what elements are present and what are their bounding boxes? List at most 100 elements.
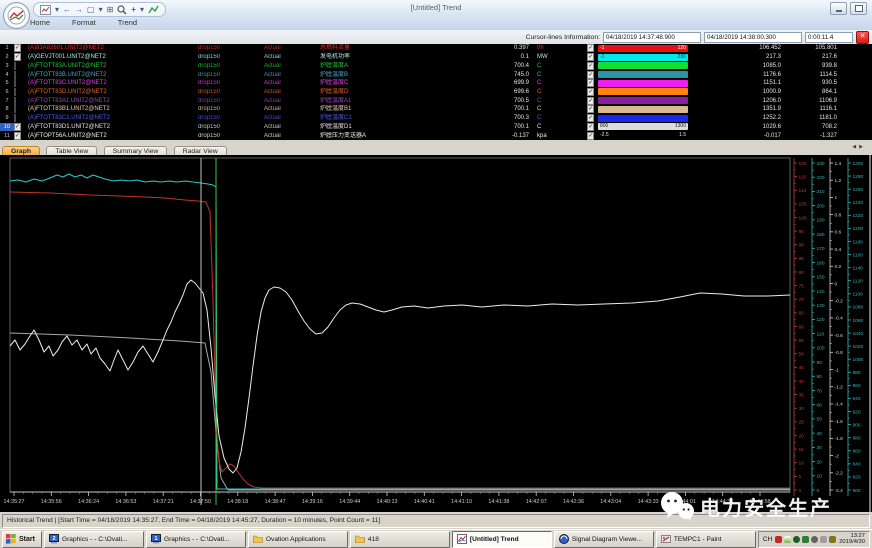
plot-checkbox[interactable] xyxy=(14,79,16,87)
y-axis-tick-label: 1260 xyxy=(853,187,864,193)
minimize-button[interactable] xyxy=(830,2,847,15)
taskbar-item[interactable]: Signal Diagram Viewe... xyxy=(554,531,654,548)
start-button[interactable]: Start xyxy=(2,531,42,548)
pen-color-bar[interactable] xyxy=(598,115,688,122)
menu-trend[interactable]: Trend xyxy=(114,18,141,27)
scale-checkbox[interactable]: ✓ xyxy=(587,53,594,61)
scale-checkbox[interactable]: ✓ xyxy=(587,62,594,70)
menu-format[interactable]: Format xyxy=(68,18,100,27)
signal-tag[interactable]: (A)FTOTT83C.UNIT2@NET2 xyxy=(28,79,198,87)
taskbar-item[interactable]: 418 xyxy=(350,531,450,548)
value-mode: Actual xyxy=(264,88,320,96)
signal-tag[interactable]: (A)FTOTT83B1.UNIT2@NET2 xyxy=(28,105,198,113)
signal-tag[interactable]: (A)FTOTT83D1.UNIT2@NET2 xyxy=(28,123,198,131)
series-furnace-temp-D1 xyxy=(10,333,790,490)
y-axis-tick-label: -0.6 xyxy=(835,333,844,339)
plot-checkbox[interactable] xyxy=(14,88,16,96)
cursor-delta-field[interactable]: 0:00:11.4 xyxy=(805,32,853,43)
y-axis-tick-label: 0.6 xyxy=(835,230,842,236)
pen-color-bar[interactable] xyxy=(598,71,688,78)
plot-checkbox[interactable] xyxy=(14,105,16,113)
table-row[interactable]: 5(A)FTOTT83C.UNIT2@NET2drop150Actual炉膛温度… xyxy=(0,79,872,88)
cursor-start-time-field[interactable]: 04/18/2019 14:37:48.900 xyxy=(603,32,701,43)
scale-checkbox[interactable]: ✓ xyxy=(587,88,594,96)
plot-checkbox[interactable]: ✓ xyxy=(14,123,21,131)
table-row[interactable]: 7(A)FTOTT83A1.UNIT2@NET2drop150Actual炉膛温… xyxy=(0,96,872,105)
signal-tag[interactable]: (A)FTOTT83A.UNIT2@NET2 xyxy=(28,62,198,70)
scale-checkbox[interactable]: ✓ xyxy=(587,105,594,113)
plot-checkbox[interactable] xyxy=(14,114,16,122)
tab-scroll-right-icon[interactable]: ▶ xyxy=(859,144,866,150)
table-row[interactable]: 10✓(A)FTOTT83D1.UNIT2@NET2drop150Actual炉… xyxy=(0,122,872,131)
signal-tag[interactable]: (A)FTOTT83C1.UNIT2@NET2 xyxy=(28,114,198,122)
taskbar-item[interactable]: Ovation Applications xyxy=(248,531,348,548)
pen-color-bar[interactable]: -2.51.5 xyxy=(598,132,688,139)
pen-color-bar[interactable] xyxy=(598,97,688,104)
close-cursor-info-button[interactable]: ✕ xyxy=(856,31,869,44)
tray-icon[interactable] xyxy=(775,536,782,543)
table-row[interactable]: 9(A)FTOTT83C1.UNIT2@NET2drop150Actual炉膛温… xyxy=(0,114,872,123)
time-tick-label: 14:35:27 xyxy=(4,499,25,505)
plot-checkbox[interactable] xyxy=(14,62,16,70)
time-tick-label: 14:41:38 xyxy=(488,499,509,505)
language-indicator[interactable]: CH xyxy=(763,536,772,543)
tray-icon[interactable] xyxy=(811,536,818,543)
pen-color-bar[interactable]: 8001300 xyxy=(598,123,688,130)
plot-checkbox[interactable]: ✓ xyxy=(14,132,21,140)
taskbar-clock[interactable]: 13:27 2019/4/30 xyxy=(839,533,865,545)
tray-icon[interactable] xyxy=(784,536,791,543)
signal-tag[interactable]: (A)83A82601.UNIT2@NET2 xyxy=(28,44,198,52)
taskbar-item[interactable]: TEMPC1 - Paint xyxy=(656,531,756,548)
pen-color-bar[interactable] xyxy=(598,106,688,113)
signal-tag[interactable]: (A)GEVJT001.UNIT2@NET2 xyxy=(28,53,198,61)
plot-checkbox[interactable]: ✓ xyxy=(14,53,21,61)
scale-checkbox[interactable]: ✓ xyxy=(587,71,594,79)
current-value: 0.1 xyxy=(454,53,532,61)
scale-checkbox-cell: ✓ xyxy=(564,71,598,79)
pen-color-bar[interactable] xyxy=(598,62,688,69)
table-row[interactable]: 11✓(A)FTOPT56A.UNIT2@NET2drop150Actual炉膛… xyxy=(0,131,872,140)
table-row[interactable]: 3(A)FTOTT83A.UNIT2@NET2drop150Actual炉膛温度… xyxy=(0,61,872,70)
tray-icon[interactable] xyxy=(802,536,809,543)
y-axis-tick-label: 840 xyxy=(853,462,861,468)
signal-tag[interactable]: (A)FTOTT83A1.UNIT2@NET2 xyxy=(28,97,198,105)
scale-checkbox[interactable]: ✓ xyxy=(587,132,594,140)
tray-icon[interactable] xyxy=(820,536,827,543)
scale-checkbox[interactable]: ✓ xyxy=(587,79,594,87)
table-row[interactable]: 4(A)FTOTT83B.UNIT2@NET2drop150Actual炉膛温度… xyxy=(0,70,872,79)
y-axis-tick-label: 980 xyxy=(853,370,861,376)
table-row[interactable]: 6(A)FTOTT83D.UNIT2@NET2drop150Actual炉膛温度… xyxy=(0,88,872,97)
signal-tag[interactable]: (A)FTOTT83D.UNIT2@NET2 xyxy=(28,88,198,96)
table-row[interactable]: 1✓(A)83A82601.UNIT2@NET2drop150Actual总燃料… xyxy=(0,44,872,53)
y-axis-tick-label: 0.4 xyxy=(835,247,842,253)
scale-checkbox[interactable]: ✓ xyxy=(587,114,594,122)
pen-color-bar[interactable] xyxy=(598,88,688,95)
y-axis-tick-label: 115 xyxy=(799,174,807,180)
menu-home[interactable]: Home xyxy=(26,18,54,27)
table-row[interactable]: 8(A)FTOTT83B1.UNIT2@NET2drop150Actual炉膛温… xyxy=(0,105,872,114)
restore-button[interactable] xyxy=(850,2,867,15)
signal-tag[interactable]: (A)FTOPT56A.UNIT2@NET2 xyxy=(28,132,198,140)
cursor2-value: 217.6 xyxy=(784,53,840,61)
tray-icon[interactable] xyxy=(793,536,800,543)
taskbar-item[interactable]: 2Graphics - - C:\Ovati... xyxy=(44,531,144,548)
taskbar-item[interactable]: [Untitled] Trend xyxy=(452,531,552,548)
pen-color-bar[interactable]: -1120 xyxy=(598,45,688,52)
taskbar-item[interactable]: 1Graphics - - C:\Ovati... xyxy=(146,531,246,548)
pen-color-bar[interactable] xyxy=(598,80,688,87)
scale-checkbox[interactable]: ✓ xyxy=(587,123,594,131)
plot-checkbox[interactable] xyxy=(14,71,16,79)
tray-icon[interactable] xyxy=(829,536,836,543)
plot-checkbox[interactable] xyxy=(14,97,16,105)
drop-name: drop150 xyxy=(198,105,264,113)
plot-checkbox-cell xyxy=(14,71,28,79)
cursor-end-time-field[interactable]: 04/18/2019 14:38:00.300 xyxy=(704,32,802,43)
plot-checkbox[interactable]: ✓ xyxy=(14,44,21,52)
taskbar-item-label: Graphics - - C:\Ovati... xyxy=(164,536,230,543)
scale-checkbox[interactable]: ✓ xyxy=(587,97,594,105)
pen-color-bar[interactable]: -1230 xyxy=(598,54,688,61)
y-axis-tick-label: 1000 xyxy=(853,357,864,363)
table-row[interactable]: 2✓(A)GEVJT001.UNIT2@NET2drop150Actual发电机… xyxy=(0,53,872,62)
signal-tag[interactable]: (A)FTOTT83B.UNIT2@NET2 xyxy=(28,71,198,79)
scale-checkbox[interactable]: ✓ xyxy=(587,44,594,52)
